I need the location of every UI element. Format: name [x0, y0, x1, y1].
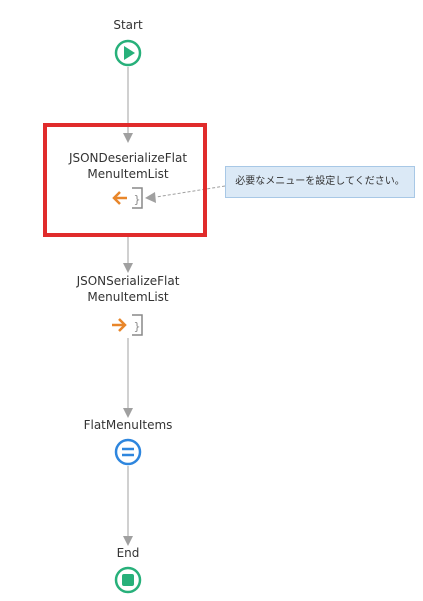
assign-label: FlatMenuItems: [83, 418, 173, 432]
json-serialize-label-line1: JSONSerializeFlat: [76, 274, 180, 288]
json-serialize-label-line2: MenuItemList: [87, 290, 169, 304]
json-deserialize-label-line1: JSONDeserializeFlat: [68, 151, 188, 165]
flow-canvas[interactable]: } } Start JSONDeserializeFlat MenuItemLi…: [0, 0, 423, 601]
json-deserialize-label: JSONDeserializeFlat MenuItemList: [40, 150, 216, 182]
end-label: End: [116, 546, 140, 560]
arrowhead: [123, 263, 133, 273]
assign-icon: [114, 438, 142, 466]
json-deserialize-label-line2: MenuItemList: [87, 167, 169, 181]
start-label: Start: [113, 18, 143, 32]
json-serialize-icon: }: [112, 314, 143, 336]
comment-note[interactable]: 必要なメニューを設定してください。: [225, 166, 415, 198]
assign-node[interactable]: [114, 438, 142, 466]
json-serialize-label: JSONSerializeFlat MenuItemList: [40, 273, 216, 305]
json-serialize-node[interactable]: }: [112, 314, 143, 336]
svg-text:}: }: [134, 320, 141, 333]
end-node[interactable]: [114, 566, 142, 594]
start-node[interactable]: [114, 39, 142, 67]
